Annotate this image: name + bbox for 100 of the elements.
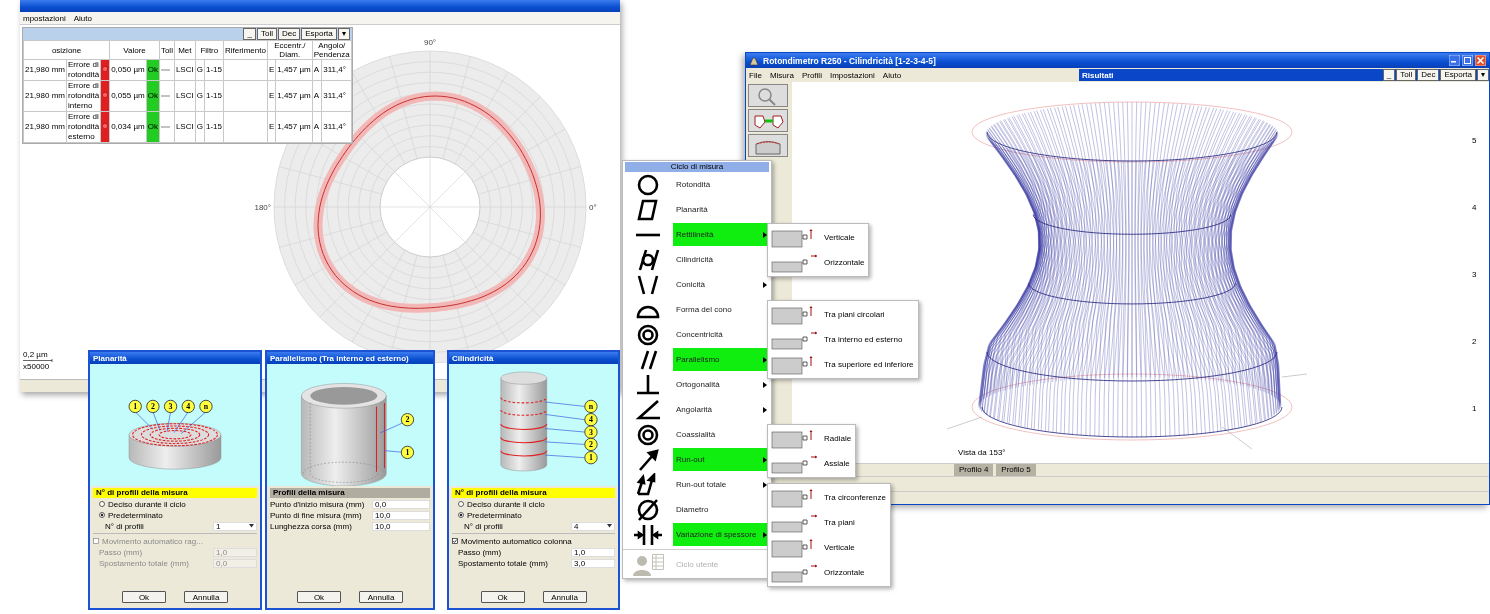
radio-button[interactable] — [458, 501, 464, 507]
callout-badge: 1 — [584, 451, 598, 465]
input-field[interactable]: 0,0 — [372, 499, 430, 509]
menu-item[interactable]: Profili — [801, 70, 822, 80]
menu-item[interactable]: Variazione di spessore — [673, 523, 770, 546]
input-field[interactable]: 10,0 — [372, 510, 430, 520]
submenu-item[interactable]: Tra piani circolari — [824, 310, 885, 319]
menu-item[interactable]: Coassialità — [673, 423, 770, 446]
toolbar-button[interactable] — [748, 134, 788, 157]
menu-item[interactable]: Rotondità — [673, 173, 770, 196]
field-label: Spostamento totale (mm) — [99, 558, 189, 568]
toolbar-button[interactable]: Toll — [256, 28, 277, 40]
submenu-item[interactable]: Tra interno ed esterno — [824, 335, 903, 344]
table-cell: 1,457 µm — [275, 80, 313, 112]
menu-item[interactable]: Misura — [769, 70, 794, 80]
submenu-item[interactable]: Tra piani — [824, 518, 855, 527]
table-cell — [223, 80, 268, 112]
cancel-button[interactable]: Annulla — [359, 591, 403, 603]
menu-item[interactable]: mpostazioni — [23, 13, 66, 23]
menu-item[interactable]: File — [749, 70, 762, 80]
results-title: Risultati — [1082, 70, 1114, 80]
axis-label: 3 — [1472, 270, 1478, 279]
radio-label: Deciso durante il ciclo — [467, 499, 545, 509]
menu-item[interactable]: Aiuto — [73, 13, 92, 23]
toolbar-button[interactable]: Dec — [277, 28, 301, 40]
menu-title: Ciclo di misura — [625, 162, 769, 172]
close-icon[interactable] — [1475, 55, 1486, 66]
menu-item[interactable]: Run-out — [673, 448, 770, 471]
menu-item[interactable]: Run-out totale — [673, 473, 770, 496]
callout-badge: 2 — [400, 413, 415, 427]
submenu-item[interactable]: Tra superiore ed inferiore — [824, 360, 914, 369]
radio-button[interactable] — [99, 501, 105, 507]
radio-label: Deciso durante il ciclo — [108, 499, 186, 509]
section-header: N° di profili della misura — [93, 488, 257, 498]
toolbar-button[interactable]: ▾ — [1477, 69, 1489, 81]
column-header: Met — [174, 40, 196, 60]
maximize-icon[interactable] — [1462, 55, 1473, 66]
toolbar-button[interactable]: Esporta — [301, 28, 337, 40]
menu-item[interactable]: Parallelismo — [673, 348, 770, 371]
menu-item[interactable]: Conicità — [673, 273, 770, 296]
dropdown-field[interactable]: 1 — [213, 521, 257, 531]
toolbar-button[interactable]: ▾ — [337, 28, 350, 40]
menu-item[interactable]: Diametro — [673, 498, 770, 521]
submenu-arrow-icon — [763, 381, 767, 388]
menu-item[interactable]: Rettilineità — [673, 223, 770, 246]
table-cell: 21,980 mm — [23, 111, 67, 143]
field-label: Punto di fine misura (mm) — [270, 510, 362, 520]
table-cell: 21,980 mm — [23, 59, 67, 81]
toolbar-button[interactable]: _ — [243, 28, 256, 40]
submenu-item[interactable]: Tra circonferenze — [824, 493, 886, 502]
field-label: N° di profili — [105, 521, 144, 531]
checkbox[interactable] — [452, 538, 458, 544]
menu-item[interactable]: Planarità — [673, 198, 770, 221]
menu-item[interactable]: Concentricità — [673, 323, 770, 346]
ok-button[interactable]: Ok — [297, 591, 341, 603]
menu-item[interactable]: Angolarità — [673, 398, 770, 421]
table-cell: LSCI — [174, 80, 196, 112]
radio-button[interactable] — [458, 512, 464, 518]
leader-line — [544, 428, 586, 433]
toolbar-button[interactable] — [748, 109, 788, 132]
status-dot-icon — [102, 66, 109, 72]
submenu-item[interactable]: Verticale — [824, 543, 855, 552]
input-field[interactable]: 1,0 — [571, 547, 615, 557]
submenu-item[interactable]: Verticale — [824, 233, 855, 242]
status-dot-icon — [102, 123, 109, 129]
input-field[interactable]: 3,0 — [571, 558, 615, 568]
field-label: Spostamento totale (mm) — [458, 558, 548, 568]
cancel-button[interactable]: Annulla — [542, 591, 587, 603]
app-icon — [749, 55, 759, 66]
menu-item[interactable]: Forma del cono — [673, 298, 770, 321]
input-field[interactable]: 10,0 — [372, 521, 430, 531]
toolbar-button[interactable]: Dec — [1417, 69, 1440, 81]
table-cell: Errore di rotondità esterno — [66, 111, 101, 143]
submenu-item[interactable]: Radiale — [824, 434, 852, 443]
submenu-item[interactable]: Orizzontale — [824, 258, 865, 267]
menu-item[interactable]: Aiuto — [882, 70, 902, 80]
tab[interactable]: Profilo 4 — [954, 464, 994, 476]
table-cell: G — [195, 111, 205, 143]
table-cell: 0,050 µm — [109, 59, 147, 81]
menu-item[interactable]: Cilindricità — [673, 248, 770, 271]
toolbar-button[interactable]: Toll — [1396, 69, 1417, 81]
menu-item[interactable]: Impostazioni — [829, 70, 875, 80]
radio-button[interactable] — [99, 512, 105, 518]
minimize-icon[interactable] — [1449, 55, 1460, 66]
dropdown-arrow-icon — [249, 524, 254, 528]
submenu-item[interactable]: Orizzontale — [824, 568, 865, 577]
leader-line — [544, 401, 586, 407]
tab[interactable]: Profilo 5 — [996, 464, 1036, 476]
menu-item[interactable]: Ortogonalità — [673, 373, 770, 396]
tolerance-mark-icon — [160, 68, 170, 72]
dropdown-field[interactable]: 4 — [571, 521, 615, 531]
toolbar-button[interactable] — [748, 84, 788, 107]
ok-button[interactable]: Ok — [122, 591, 166, 603]
submenu-item[interactable]: Assiale — [824, 459, 850, 468]
thickness-icon — [632, 522, 664, 547]
toolbar-button[interactable]: _ — [1382, 69, 1396, 81]
cancel-button[interactable]: Annulla — [184, 591, 228, 603]
toolbar-button[interactable]: Esporta — [1440, 69, 1476, 81]
ok-button[interactable]: Ok — [480, 591, 525, 603]
scale-bar-icon — [23, 359, 53, 362]
